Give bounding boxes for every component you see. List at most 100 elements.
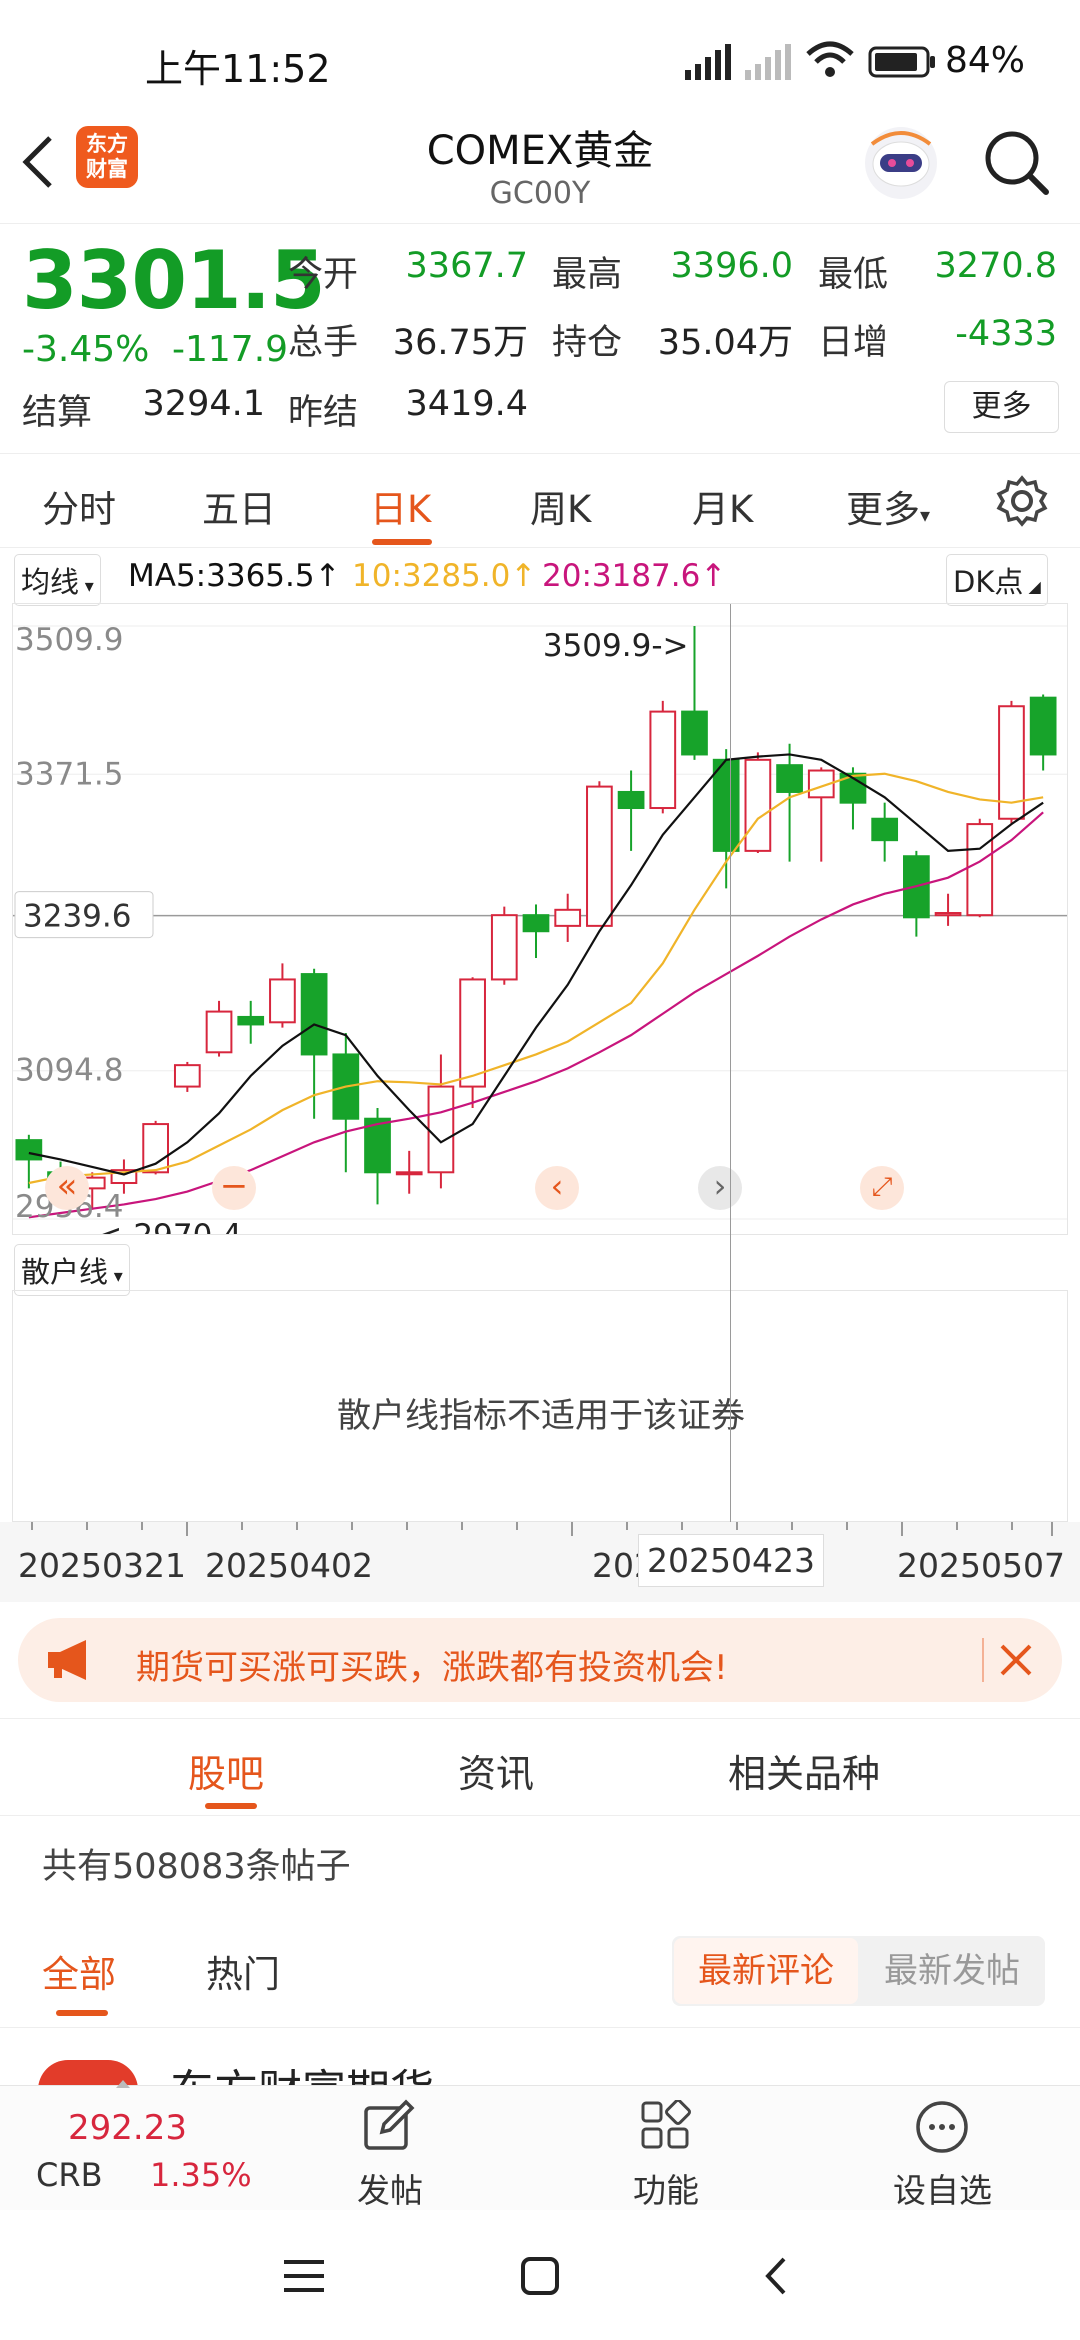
scroll-left-icon[interactable]: ‹ bbox=[535, 1166, 579, 1210]
ma20-value: 20:3187.6↑ bbox=[542, 558, 727, 594]
battery-level: 84% bbox=[945, 40, 1026, 81]
scroll-right-icon[interactable]: › bbox=[698, 1166, 742, 1210]
dk-point-toggle[interactable]: DK点 ◢ bbox=[946, 554, 1048, 606]
home-icon[interactable] bbox=[520, 2256, 560, 2296]
more-quote-button[interactable]: 更多 bbox=[944, 381, 1059, 433]
candle-up bbox=[966, 823, 994, 917]
indicator-panel: 散户线指标不适用于该证券 bbox=[12, 1290, 1068, 1522]
date-axis: 20250321 20250402 202 20250423 20250507 bbox=[0, 1522, 1080, 1602]
expand-arrow-icon[interactable] bbox=[116, 2080, 130, 2088]
candlestick-chart[interactable]: 3509.93371.53094.82956.43239.63509.9-><-… bbox=[12, 603, 1068, 1254]
tab-forum[interactable]: 股吧 bbox=[188, 1743, 264, 1798]
post-count: 共有508083条帖子 bbox=[42, 1847, 351, 1887]
ma10-value: 10:3285.0↑ bbox=[352, 558, 537, 594]
crosshair-date-label: 20250423 bbox=[638, 1534, 824, 1587]
filter-hot[interactable]: 热门 bbox=[206, 1944, 280, 1998]
daily-change-label: 日增 bbox=[818, 323, 889, 363]
crb-value[interactable]: 292.23 bbox=[68, 2108, 187, 2148]
candle-up bbox=[269, 978, 296, 1024]
last-price: 3301.5 bbox=[22, 234, 326, 327]
close-icon[interactable] bbox=[998, 1642, 1034, 1678]
scroll-left-fast-icon[interactable]: « bbox=[45, 1166, 89, 1210]
date-label-5: 20250507 bbox=[897, 1546, 1065, 1585]
sort-latest-post[interactable]: 最新发帖 bbox=[862, 1938, 1042, 2004]
post-button-label[interactable]: 发帖 bbox=[357, 2164, 423, 2212]
candle-down bbox=[871, 817, 899, 842]
date-label-2: 20250402 bbox=[205, 1546, 373, 1585]
y-tick-label: 3094.8 bbox=[15, 1053, 123, 1089]
open-value: 3367.7 bbox=[405, 246, 528, 286]
promo-banner[interactable]: 期货可买涨可买跌，涨跌都有投资机会! bbox=[18, 1618, 1062, 1702]
search-icon[interactable] bbox=[982, 128, 1052, 198]
settings-gear-icon[interactable] bbox=[996, 475, 1048, 527]
candle-down bbox=[237, 1015, 265, 1026]
signal-2-icon bbox=[745, 44, 791, 80]
filter-all[interactable]: 全部 bbox=[42, 1944, 116, 1998]
community-tabs: 股吧 资讯 相关品种 bbox=[0, 1718, 1080, 1816]
candle-up bbox=[205, 1010, 233, 1054]
functions-label[interactable]: 功能 bbox=[633, 2164, 699, 2212]
volume-value: 36.75万 bbox=[392, 323, 528, 363]
low-label: 最低 bbox=[818, 255, 889, 295]
add-watchlist-label[interactable]: 设自选 bbox=[893, 2164, 992, 2212]
tab-intraday[interactable]: 分时 bbox=[42, 479, 116, 533]
post-author[interactable]: 东方财富期货 bbox=[170, 2060, 434, 2088]
candle-up bbox=[427, 1085, 455, 1174]
candle-up bbox=[744, 758, 772, 852]
prev-settle-value: 3419.4 bbox=[405, 384, 528, 424]
promo-divider bbox=[982, 1638, 984, 1682]
tab-related[interactable]: 相关品种 bbox=[728, 1743, 880, 1798]
active-subtab-indicator bbox=[205, 1803, 257, 1809]
change-pct: -3.45% bbox=[22, 329, 150, 370]
date-ticks bbox=[31, 1522, 1053, 1536]
megaphone-icon bbox=[48, 1640, 86, 1680]
tab-weekly-k[interactable]: 周K bbox=[530, 479, 591, 533]
crb-change[interactable]: 1.35% bbox=[150, 2156, 252, 2194]
status-bar: 上午11:52 84% bbox=[0, 0, 1080, 118]
settle-label: 结算 bbox=[22, 393, 93, 433]
edit-icon[interactable] bbox=[362, 2098, 418, 2154]
low-value: 3270.8 bbox=[934, 246, 1057, 286]
crosshair-vertical bbox=[730, 604, 731, 1529]
candle-up bbox=[554, 908, 582, 927]
candlestick-plot: 3509.93371.53094.82956.43239.63509.9-><-… bbox=[13, 622, 1067, 1254]
fullscreen-icon[interactable]: ⤢ bbox=[860, 1166, 904, 1210]
high-value: 3396.0 bbox=[670, 246, 793, 286]
candle-up bbox=[173, 1064, 201, 1088]
candle-down bbox=[776, 764, 803, 793]
candle-down bbox=[522, 914, 550, 933]
tab-news[interactable]: 资讯 bbox=[458, 1743, 534, 1798]
promo-text: 期货可买涨可买跌，涨跌都有投资机会! bbox=[136, 1648, 728, 1688]
bottom-toolbar: 292.23 CRB 1.35% 发帖 功能 设自选 bbox=[0, 2080, 1080, 2212]
active-filter-indicator bbox=[56, 2010, 108, 2016]
tab-five-day[interactable]: 五日 bbox=[202, 479, 276, 533]
back-nav-icon[interactable] bbox=[762, 2256, 790, 2296]
tab-monthly-k[interactable]: 月K bbox=[692, 479, 753, 533]
ma-selector[interactable]: 均线 ▾ bbox=[14, 554, 101, 606]
zoom-out-icon[interactable]: − bbox=[212, 1166, 256, 1210]
tab-more[interactable]: 更多▾ bbox=[846, 479, 930, 533]
candle-up bbox=[586, 785, 613, 927]
date-label-1: 20250321 bbox=[18, 1546, 186, 1585]
change-value: -117.9 bbox=[172, 329, 289, 370]
crb-label[interactable]: CRB bbox=[36, 2156, 103, 2194]
more-options-icon[interactable] bbox=[915, 2100, 969, 2154]
settle-value: 3294.1 bbox=[142, 384, 265, 424]
volume-label: 总手 bbox=[288, 323, 359, 363]
candle-up bbox=[459, 978, 486, 1088]
menu-icon[interactable] bbox=[282, 2258, 326, 2294]
tab-daily-k[interactable]: 日K bbox=[370, 479, 431, 533]
functions-grid-icon[interactable] bbox=[640, 2100, 692, 2152]
candle-up bbox=[395, 1171, 423, 1176]
indicator-selector[interactable]: 散户线 ▾ bbox=[14, 1244, 130, 1296]
sort-latest-comment[interactable]: 最新评论 bbox=[674, 1938, 858, 2004]
daily-change-value: -4333 bbox=[955, 314, 1057, 354]
quote-panel: 3301.5 -3.45% -117.9 结算 3294.1 今开 3367.7… bbox=[0, 223, 1080, 453]
max-price-label: 3509.9-> bbox=[543, 628, 689, 664]
candle-down bbox=[617, 790, 645, 810]
robot-assistant-icon[interactable] bbox=[862, 124, 940, 202]
clock: 上午11:52 bbox=[145, 47, 331, 91]
min-price-label: <-2970.4 bbox=[96, 1218, 242, 1234]
candle-down bbox=[712, 758, 740, 852]
signal-icon bbox=[685, 44, 731, 80]
